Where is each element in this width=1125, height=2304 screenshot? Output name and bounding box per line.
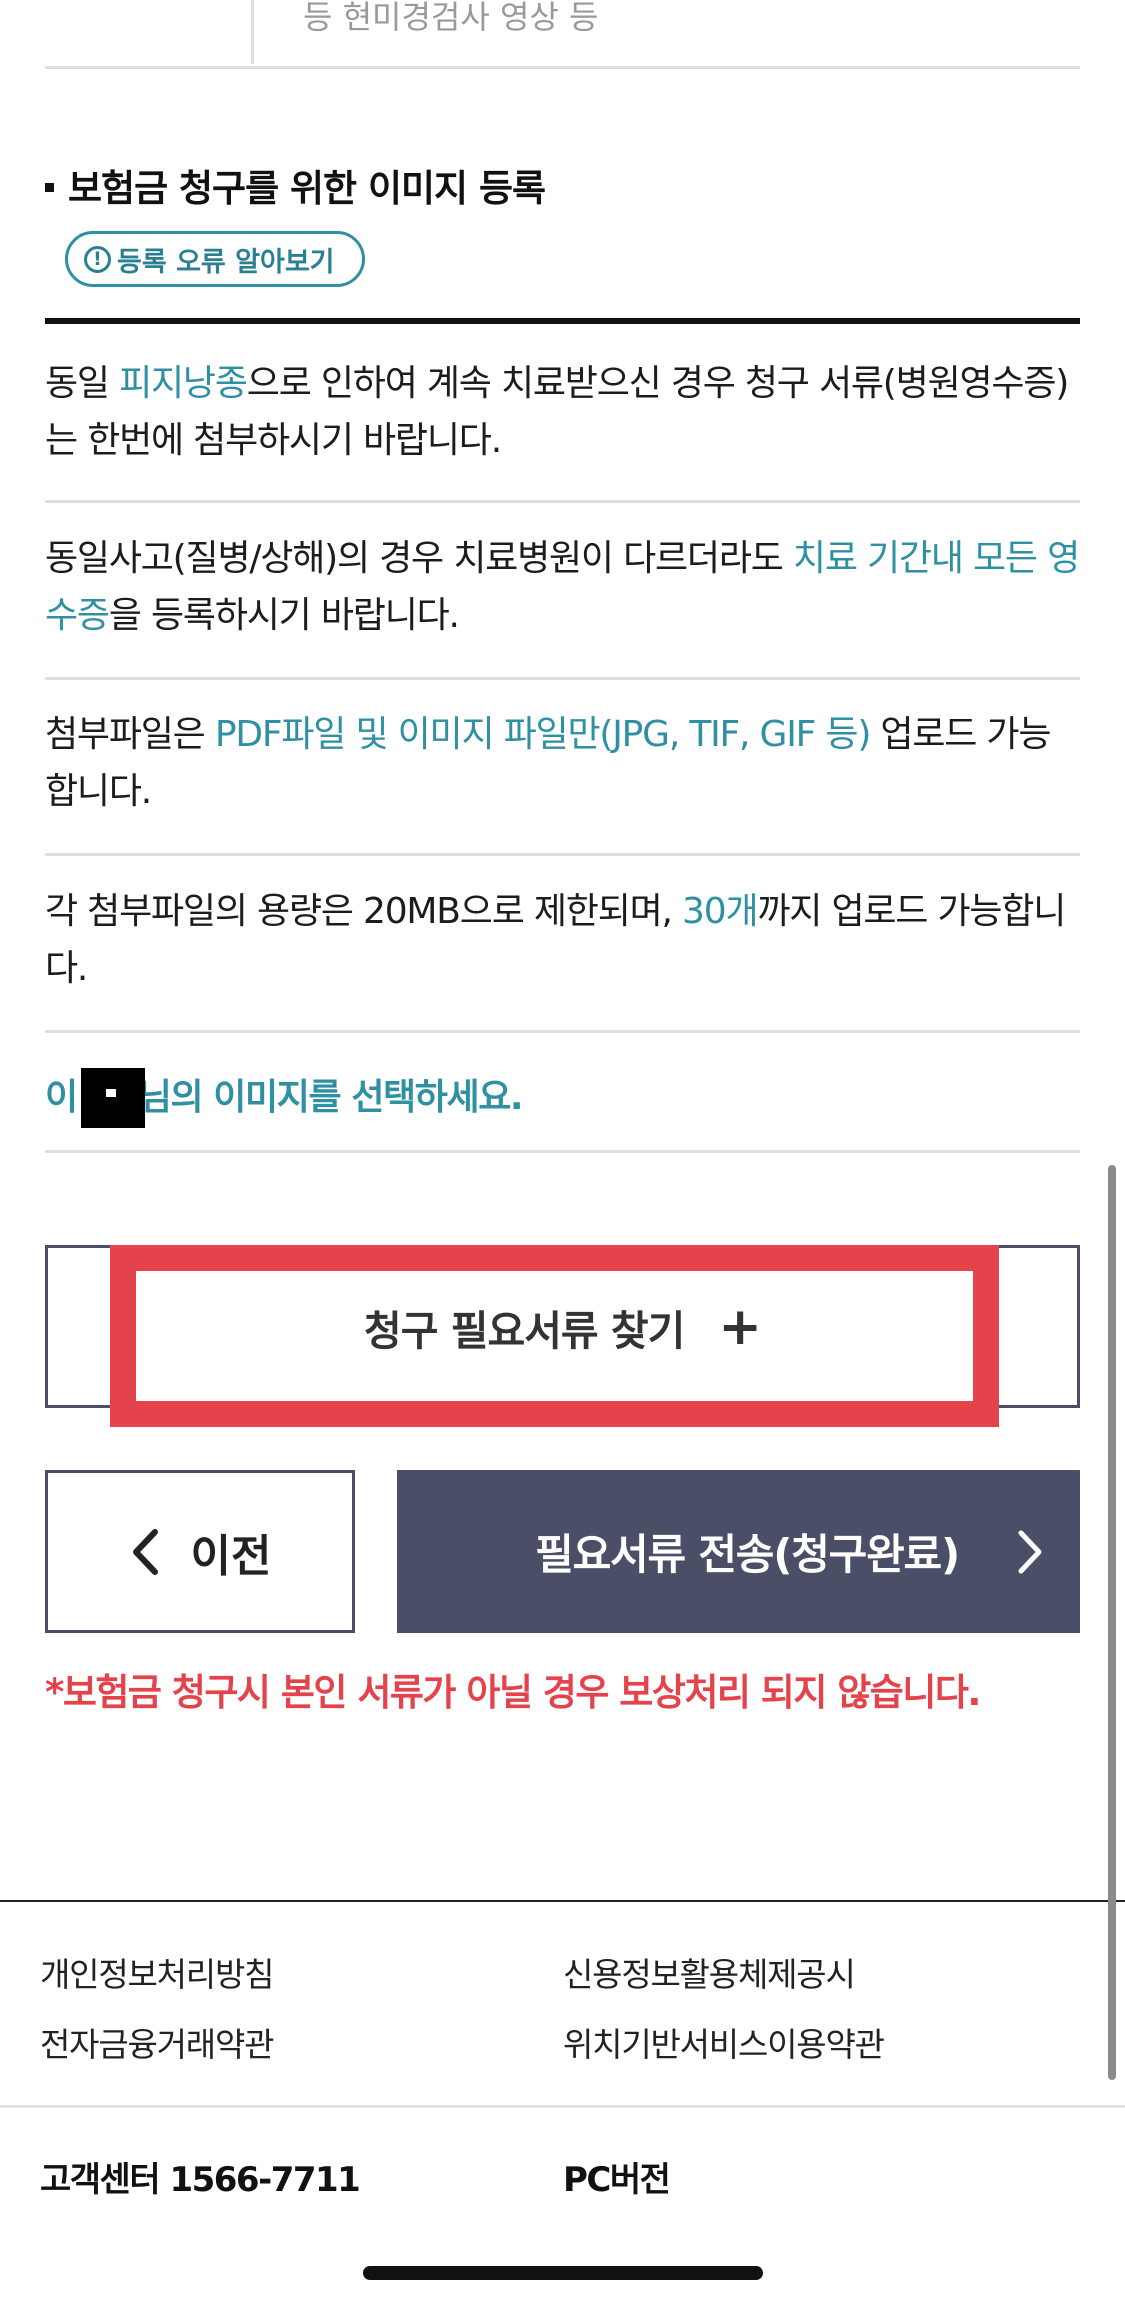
row-divider [45, 500, 1080, 503]
footer-link-privacy-policy[interactable]: 개인정보처리방침 [40, 1948, 274, 1996]
note-highlight-text: 30개 [682, 891, 759, 932]
footer-divider [0, 1900, 1125, 1902]
chevron-left-icon [132, 1528, 158, 1575]
row-divider [45, 1030, 1080, 1033]
note-text: 각 첨부파일의 용량은 20MB으로 제한되며, [45, 891, 683, 932]
row-divider [45, 853, 1080, 856]
submit-button-label: 필요서류 전송(청구완료) [535, 1530, 960, 1579]
footer-link-e-finance-terms[interactable]: 전자금융거래약관 [40, 2018, 274, 2066]
home-indicator[interactable] [363, 2266, 763, 2280]
table-column-divider [251, 0, 254, 64]
note-same-disease: 동일 피지낭종으로 인하여 계속 치료받으신 경우 청구 서류(병원영수증)는 … [45, 355, 1080, 469]
row-divider [45, 677, 1080, 680]
note-text: 을 등록하시기 바랍니다. [108, 595, 460, 636]
select-prompt-prefix: 이 [45, 1077, 78, 1118]
find-documents-label: 청구 필요서류 찾기 [364, 1306, 685, 1355]
find-required-documents-button[interactable]: 청구 필요서류 찾기 + [45, 1245, 1080, 1408]
footer-divider [0, 2105, 1125, 2108]
note-highlight-text: 피지낭종 [119, 363, 248, 404]
footer-link-location-terms[interactable]: 위치기반서비스이용약관 [563, 2018, 885, 2066]
select-image-prompt: 이 님의 이미지를 선택하세요. [45, 1064, 524, 1128]
row-divider [45, 1150, 1080, 1153]
note-same-accident: 동일사고(질병/상해)의 경우 치료병원이 다르더라도 치료 기간내 모든 영수… [45, 530, 1080, 644]
plus-icon: + [718, 1296, 762, 1357]
bullet-icon [45, 183, 54, 192]
section-divider [45, 318, 1080, 324]
submit-documents-button[interactable]: 필요서류 전송(청구완료) [397, 1470, 1080, 1633]
note-text: 동일 [45, 363, 120, 404]
registration-error-help-label: 등록 오류 알아보기 [117, 246, 335, 278]
previous-button-label: 이전 [190, 1530, 272, 1582]
note-highlight-text: PDF파일 및 이미지 파일만(JPG, TIF, GIF 등) [214, 714, 872, 755]
pc-version-link[interactable]: PC버전 [563, 2152, 671, 2201]
footer-link-credit-info[interactable]: 신용정보활용체제공시 [563, 1948, 856, 1996]
select-prompt-suffix: 님의 이미지를 선택하세요. [138, 1077, 524, 1118]
top-table-row: 등 현미경검사 영상 등 [45, 0, 1080, 69]
scrollbar[interactable] [1108, 1165, 1116, 2080]
info-icon: ! [84, 245, 111, 273]
section-title-text: 보험금 청구를 위한 이미지 등록 [68, 167, 546, 210]
table-cell-text: 등 현미경검사 영상 등 [303, 0, 599, 36]
note-file-types: 첨부파일은 PDF파일 및 이미지 파일만(JPG, TIF, GIF 등) 업… [45, 706, 1080, 820]
registration-error-help-button[interactable]: ! 등록 오류 알아보기 [65, 231, 365, 287]
note-file-size-limit: 각 첨부파일의 용량은 20MB으로 제한되며, 30개까지 업로드 가능합니다… [45, 883, 1080, 997]
customer-center-phone[interactable]: 고객센터 1566-7711 [40, 2152, 361, 2201]
section-title: 보험금 청구를 위한 이미지 등록 [45, 158, 546, 212]
note-text: 첨부파일은 [45, 714, 215, 755]
redacted-name [80, 1068, 145, 1128]
claim-warning-text: *보험금 청구시 본인 서류가 아닐 경우 보상처리 되지 않습니다. [45, 1671, 981, 1714]
chevron-right-icon [1018, 1530, 1042, 1573]
previous-button[interactable]: 이전 [45, 1470, 355, 1633]
note-text: 동일사고(질병/상해)의 경우 치료병원이 다르더라도 [45, 538, 793, 579]
